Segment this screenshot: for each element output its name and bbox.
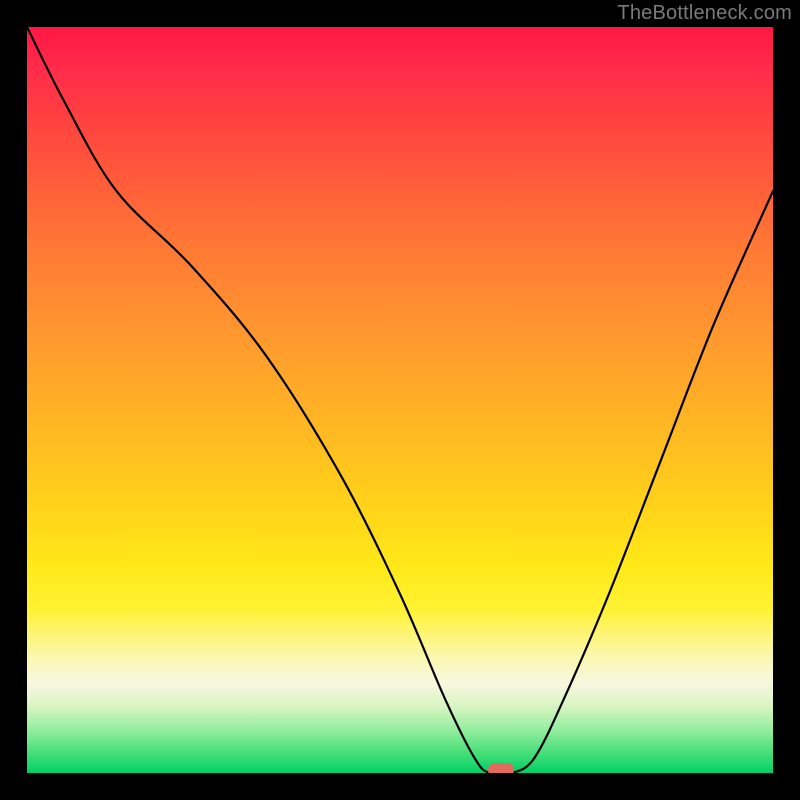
watermark-text: TheBottleneck.com xyxy=(617,2,792,25)
optimal-point-marker xyxy=(488,763,514,773)
chart-container: TheBottleneck.com xyxy=(0,0,800,800)
plot-area xyxy=(27,27,773,773)
bottleneck-curve xyxy=(27,27,773,773)
